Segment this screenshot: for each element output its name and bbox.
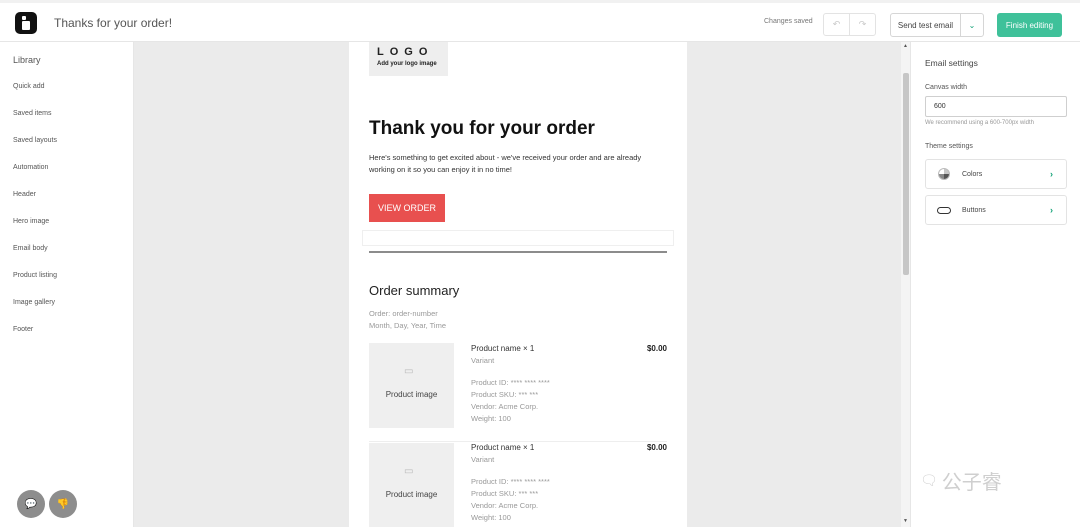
product-price: $0.00: [646, 443, 667, 452]
logo-subtext: Add your logo image: [377, 61, 437, 67]
product-image-placeholder: ▭ Product image: [369, 443, 454, 527]
save-status: Changes saved: [764, 18, 813, 25]
email-canvas: LOGO Add your logo image Thank you for y…: [134, 42, 910, 527]
chat-icon[interactable]: 💬: [17, 490, 45, 518]
chevron-down-icon[interactable]: ⌄: [961, 14, 983, 36]
product-image-label: Product image: [385, 490, 438, 499]
logo-text: LOGO: [377, 46, 434, 58]
library-item-hero-image[interactable]: Hero image: [13, 218, 57, 245]
product-image-label: Product image: [385, 390, 438, 399]
chevron-right-icon: ›: [1050, 205, 1053, 215]
finish-editing-button[interactable]: Finish editing: [997, 13, 1062, 37]
product-sku: Product SKU: *** ***: [471, 489, 539, 498]
spacer-block[interactable]: [362, 230, 674, 246]
scroll-up-icon[interactable]: ▲: [903, 43, 908, 49]
settings-title: Email settings: [925, 58, 978, 68]
button-shape-icon: [937, 206, 951, 214]
product-price: $0.00: [646, 344, 667, 353]
library-list: Quick add Saved items Saved layouts Auto…: [13, 83, 57, 353]
library-item-automation[interactable]: Automation: [13, 164, 57, 191]
library-item-email-body[interactable]: Email body: [13, 245, 57, 272]
image-icon: ▭: [404, 466, 414, 477]
thumbs-down-icon[interactable]: 👎: [49, 490, 77, 518]
order-meta[interactable]: Order: order-number Month, Day, Year, Ti…: [369, 308, 446, 332]
library-title: Library: [13, 55, 41, 65]
colors-label: Colors: [962, 170, 983, 178]
library-item-saved-items[interactable]: Saved items: [13, 110, 57, 137]
product-meta: Product ID: **** **** **** Product SKU: …: [471, 377, 667, 425]
product-weight: Weight: 100: [471, 513, 511, 522]
send-test-email-label[interactable]: Send test email: [891, 14, 961, 36]
app-logo[interactable]: [15, 12, 37, 34]
canvas-width-label: Canvas width: [925, 84, 968, 91]
theme-buttons-button[interactable]: Buttons ›: [925, 195, 1067, 225]
watermark-text: 公子睿: [941, 472, 1002, 494]
theme-colors-button[interactable]: Colors ›: [925, 159, 1067, 189]
undo-redo-group: ↶ ↷: [823, 13, 876, 36]
library-item-saved-layouts[interactable]: Saved layouts: [13, 137, 57, 164]
product-variant: Variant: [471, 455, 495, 464]
color-palette-icon: [938, 168, 950, 180]
product-name: Product name × 1: [471, 344, 535, 353]
product-row[interactable]: ▭ Product image Product name × 1 $0.00 V…: [369, 441, 667, 527]
view-order-button[interactable]: VIEW ORDER: [369, 194, 445, 222]
wechat-icon: 🗨: [920, 472, 938, 488]
product-id: Product ID: **** **** ****: [471, 378, 550, 387]
product-meta: Product ID: **** **** **** Product SKU: …: [471, 476, 667, 524]
product-vendor: Vendor: Acme Corp.: [471, 402, 539, 411]
order-summary-title[interactable]: Order summary: [369, 283, 459, 298]
page-title: Thanks for your order!: [54, 16, 173, 30]
email-heading[interactable]: Thank you for your order: [369, 118, 595, 140]
product-info: Product name × 1 $0.00 Variant Product I…: [471, 344, 667, 425]
watermark: 🗨 公子睿: [920, 466, 1002, 495]
product-id: Product ID: **** **** ****: [471, 477, 550, 486]
order-date: Month, Day, Year, Time: [369, 321, 446, 330]
product-info: Product name × 1 $0.00 Variant Product I…: [471, 443, 667, 524]
product-name: Product name × 1: [471, 443, 535, 452]
top-bar: Thanks for your order! Changes saved ↶ ↷…: [0, 0, 1080, 42]
email-body-text[interactable]: Here's something to get excited about - …: [369, 152, 669, 176]
library-item-header[interactable]: Header: [13, 191, 57, 218]
theme-settings-label: Theme settings: [925, 143, 973, 150]
chevron-right-icon: ›: [1050, 169, 1053, 179]
canvas-width-input[interactable]: 600: [925, 96, 1067, 117]
product-row[interactable]: ▭ Product image Product name × 1 $0.00 V…: [369, 343, 667, 435]
library-item-footer[interactable]: Footer: [13, 326, 57, 353]
library-sidebar: Library Quick add Saved items Saved layo…: [0, 42, 134, 527]
email-preview: LOGO Add your logo image Thank you for y…: [349, 42, 687, 527]
divider[interactable]: [369, 251, 667, 253]
scroll-down-icon[interactable]: ▼: [903, 518, 908, 524]
product-image-placeholder: ▭ Product image: [369, 343, 454, 428]
product-weight: Weight: 100: [471, 414, 511, 423]
buttons-label: Buttons: [962, 206, 986, 214]
product-vendor: Vendor: Acme Corp.: [471, 501, 539, 510]
email-settings-panel: Email settings Canvas width 600 We recom…: [910, 42, 1080, 527]
product-variant: Variant: [471, 356, 495, 365]
redo-icon[interactable]: ↷: [849, 14, 875, 35]
image-icon: ▭: [404, 366, 414, 377]
scrollbar-thumb[interactable]: [903, 73, 909, 275]
send-test-email-button[interactable]: Send test email ⌄: [890, 13, 984, 37]
library-item-quick-add[interactable]: Quick add: [13, 83, 57, 110]
canvas-width-hint: We recommend using a 600-700px width: [925, 120, 1034, 126]
library-item-product-listing[interactable]: Product listing: [13, 272, 57, 299]
library-item-image-gallery[interactable]: Image gallery: [13, 299, 57, 326]
canvas-scrollbar[interactable]: ▲ ▼: [901, 42, 910, 527]
undo-icon[interactable]: ↶: [824, 14, 849, 35]
logo-placeholder[interactable]: LOGO Add your logo image: [369, 42, 448, 76]
product-sku: Product SKU: *** ***: [471, 390, 539, 399]
order-number: Order: order-number: [369, 309, 438, 318]
